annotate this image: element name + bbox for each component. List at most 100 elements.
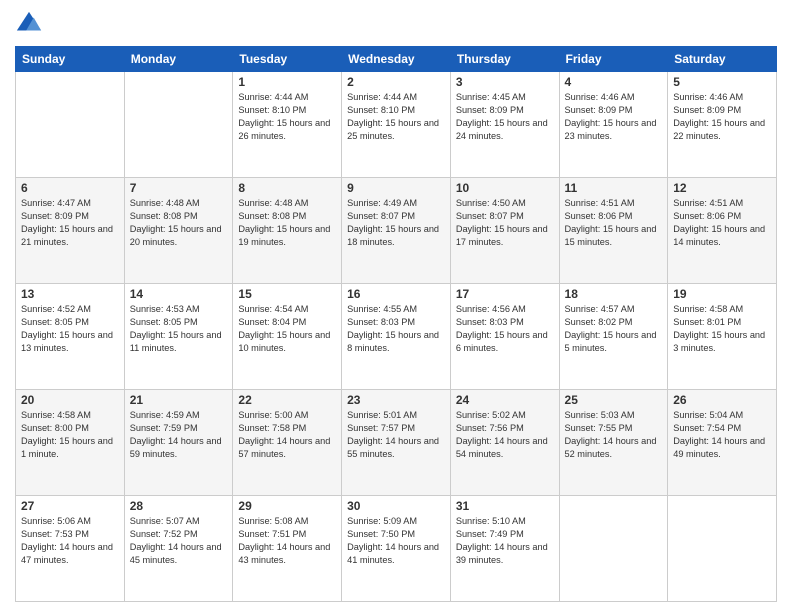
calendar-cell: 8 Sunrise: 4:48 AM Sunset: 8:08 PM Daylig… — [233, 178, 342, 284]
day-header-wednesday: Wednesday — [342, 47, 451, 72]
day-info: Sunrise: 5:06 AM Sunset: 7:53 PM Dayligh… — [21, 515, 119, 567]
day-number: 12 — [673, 181, 771, 195]
week-row-4: 20 Sunrise: 4:58 AM Sunset: 8:00 PM Dayli… — [16, 390, 777, 496]
day-info: Sunrise: 4:47 AM Sunset: 8:09 PM Dayligh… — [21, 197, 119, 249]
day-info: Sunrise: 4:48 AM Sunset: 8:08 PM Dayligh… — [238, 197, 336, 249]
day-info: Sunrise: 4:46 AM Sunset: 8:09 PM Dayligh… — [673, 91, 771, 143]
day-info: Sunrise: 4:52 AM Sunset: 8:05 PM Dayligh… — [21, 303, 119, 355]
day-number: 9 — [347, 181, 445, 195]
header-row: SundayMondayTuesdayWednesdayThursdayFrid… — [16, 47, 777, 72]
day-info: Sunrise: 4:44 AM Sunset: 8:10 PM Dayligh… — [238, 91, 336, 143]
calendar-cell: 26 Sunrise: 5:04 AM Sunset: 7:54 PM Dayli… — [668, 390, 777, 496]
day-info: Sunrise: 4:56 AM Sunset: 8:03 PM Dayligh… — [456, 303, 554, 355]
day-number: 3 — [456, 75, 554, 89]
day-number: 19 — [673, 287, 771, 301]
calendar-cell: 1Sunrise: 4:44 AM Sunset: 8:10 PM Daylig… — [233, 72, 342, 178]
day-header-tuesday: Tuesday — [233, 47, 342, 72]
day-number: 30 — [347, 499, 445, 513]
day-info: Sunrise: 4:46 AM Sunset: 8:09 PM Dayligh… — [565, 91, 663, 143]
day-number: 16 — [347, 287, 445, 301]
calendar-cell: 29 Sunrise: 5:08 AM Sunset: 7:51 PM Dayli… — [233, 496, 342, 602]
calendar-cell: 10 Sunrise: 4:50 AM Sunset: 8:07 PM Dayli… — [450, 178, 559, 284]
day-number: 8 — [238, 181, 336, 195]
day-info: Sunrise: 5:07 AM Sunset: 7:52 PM Dayligh… — [130, 515, 228, 567]
day-number: 4 — [565, 75, 663, 89]
day-info: Sunrise: 5:02 AM Sunset: 7:56 PM Dayligh… — [456, 409, 554, 461]
calendar-cell: 2Sunrise: 4:44 AM Sunset: 8:10 PM Daylig… — [342, 72, 451, 178]
day-number: 26 — [673, 393, 771, 407]
week-row-3: 13Sunrise: 4:52 AM Sunset: 8:05 PM Dayli… — [16, 284, 777, 390]
day-info: Sunrise: 5:08 AM Sunset: 7:51 PM Dayligh… — [238, 515, 336, 567]
calendar-cell: 17 Sunrise: 4:56 AM Sunset: 8:03 PM Dayli… — [450, 284, 559, 390]
day-info: Sunrise: 4:58 AM Sunset: 8:01 PM Dayligh… — [673, 303, 771, 355]
day-number: 23 — [347, 393, 445, 407]
calendar-cell: 9 Sunrise: 4:49 AM Sunset: 8:07 PM Daylig… — [342, 178, 451, 284]
day-info: Sunrise: 4:45 AM Sunset: 8:09 PM Dayligh… — [456, 91, 554, 143]
calendar-cell: 14Sunrise: 4:53 AM Sunset: 8:05 PM Dayli… — [124, 284, 233, 390]
day-number: 31 — [456, 499, 554, 513]
day-info: Sunrise: 5:00 AM Sunset: 7:58 PM Dayligh… — [238, 409, 336, 461]
day-info: Sunrise: 4:48 AM Sunset: 8:08 PM Dayligh… — [130, 197, 228, 249]
calendar-cell: 15 Sunrise: 4:54 AM Sunset: 8:04 PM Dayli… — [233, 284, 342, 390]
calendar-cell: 25 Sunrise: 5:03 AM Sunset: 7:55 PM Dayli… — [559, 390, 668, 496]
calendar-cell: 11 Sunrise: 4:51 AM Sunset: 8:06 PM Dayli… — [559, 178, 668, 284]
calendar-cell: 18Sunrise: 4:57 AM Sunset: 8:02 PM Dayli… — [559, 284, 668, 390]
day-number: 11 — [565, 181, 663, 195]
day-number: 10 — [456, 181, 554, 195]
day-info: Sunrise: 4:50 AM Sunset: 8:07 PM Dayligh… — [456, 197, 554, 249]
day-info: Sunrise: 5:03 AM Sunset: 7:55 PM Dayligh… — [565, 409, 663, 461]
calendar-cell: 24 Sunrise: 5:02 AM Sunset: 7:56 PM Dayli… — [450, 390, 559, 496]
calendar-cell: 28 Sunrise: 5:07 AM Sunset: 7:52 PM Dayli… — [124, 496, 233, 602]
calendar-cell: 19 Sunrise: 4:58 AM Sunset: 8:01 PM Dayli… — [668, 284, 777, 390]
day-info: Sunrise: 5:10 AM Sunset: 7:49 PM Dayligh… — [456, 515, 554, 567]
calendar-cell: 23 Sunrise: 5:01 AM Sunset: 7:57 PM Dayli… — [342, 390, 451, 496]
calendar-cell: 3 Sunrise: 4:45 AM Sunset: 8:09 PM Daylig… — [450, 72, 559, 178]
day-info: Sunrise: 4:51 AM Sunset: 8:06 PM Dayligh… — [565, 197, 663, 249]
day-info: Sunrise: 4:58 AM Sunset: 8:00 PM Dayligh… — [21, 409, 119, 461]
day-header-friday: Friday — [559, 47, 668, 72]
logo-icon — [15, 10, 43, 38]
calendar-cell — [16, 72, 125, 178]
day-number: 20 — [21, 393, 119, 407]
day-number: 25 — [565, 393, 663, 407]
calendar-cell: 13Sunrise: 4:52 AM Sunset: 8:05 PM Dayli… — [16, 284, 125, 390]
calendar-cell: 6 Sunrise: 4:47 AM Sunset: 8:09 PM Daylig… — [16, 178, 125, 284]
calendar-cell: 4 Sunrise: 4:46 AM Sunset: 8:09 PM Daylig… — [559, 72, 668, 178]
page: SundayMondayTuesdayWednesdayThursdayFrid… — [0, 0, 792, 612]
calendar-cell — [668, 496, 777, 602]
day-number: 14 — [130, 287, 228, 301]
calendar-cell: 20 Sunrise: 4:58 AM Sunset: 8:00 PM Dayli… — [16, 390, 125, 496]
day-info: Sunrise: 4:54 AM Sunset: 8:04 PM Dayligh… — [238, 303, 336, 355]
day-info: Sunrise: 4:59 AM Sunset: 7:59 PM Dayligh… — [130, 409, 228, 461]
day-number: 27 — [21, 499, 119, 513]
day-info: Sunrise: 5:01 AM Sunset: 7:57 PM Dayligh… — [347, 409, 445, 461]
calendar-table: SundayMondayTuesdayWednesdayThursdayFrid… — [15, 46, 777, 602]
day-header-monday: Monday — [124, 47, 233, 72]
week-row-1: 1Sunrise: 4:44 AM Sunset: 8:10 PM Daylig… — [16, 72, 777, 178]
calendar-cell: 30Sunrise: 5:09 AM Sunset: 7:50 PM Dayli… — [342, 496, 451, 602]
day-number: 28 — [130, 499, 228, 513]
day-info: Sunrise: 4:49 AM Sunset: 8:07 PM Dayligh… — [347, 197, 445, 249]
calendar-cell: 21 Sunrise: 4:59 AM Sunset: 7:59 PM Dayli… — [124, 390, 233, 496]
calendar-cell: 31 Sunrise: 5:10 AM Sunset: 7:49 PM Dayli… — [450, 496, 559, 602]
calendar-cell: 12 Sunrise: 4:51 AM Sunset: 8:06 PM Dayli… — [668, 178, 777, 284]
day-number: 24 — [456, 393, 554, 407]
logo — [15, 10, 47, 38]
day-header-sunday: Sunday — [16, 47, 125, 72]
day-info: Sunrise: 5:04 AM Sunset: 7:54 PM Dayligh… — [673, 409, 771, 461]
calendar-cell: 22 Sunrise: 5:00 AM Sunset: 7:58 PM Dayli… — [233, 390, 342, 496]
calendar-cell: 7 Sunrise: 4:48 AM Sunset: 8:08 PM Daylig… — [124, 178, 233, 284]
header — [15, 10, 777, 38]
day-number: 21 — [130, 393, 228, 407]
day-number: 22 — [238, 393, 336, 407]
day-header-saturday: Saturday — [668, 47, 777, 72]
calendar-cell: 16Sunrise: 4:55 AM Sunset: 8:03 PM Dayli… — [342, 284, 451, 390]
day-number: 7 — [130, 181, 228, 195]
day-number: 29 — [238, 499, 336, 513]
day-info: Sunrise: 4:57 AM Sunset: 8:02 PM Dayligh… — [565, 303, 663, 355]
calendar-cell: 27 Sunrise: 5:06 AM Sunset: 7:53 PM Dayli… — [16, 496, 125, 602]
day-number: 6 — [21, 181, 119, 195]
day-info: Sunrise: 4:51 AM Sunset: 8:06 PM Dayligh… — [673, 197, 771, 249]
day-number: 15 — [238, 287, 336, 301]
day-number: 17 — [456, 287, 554, 301]
